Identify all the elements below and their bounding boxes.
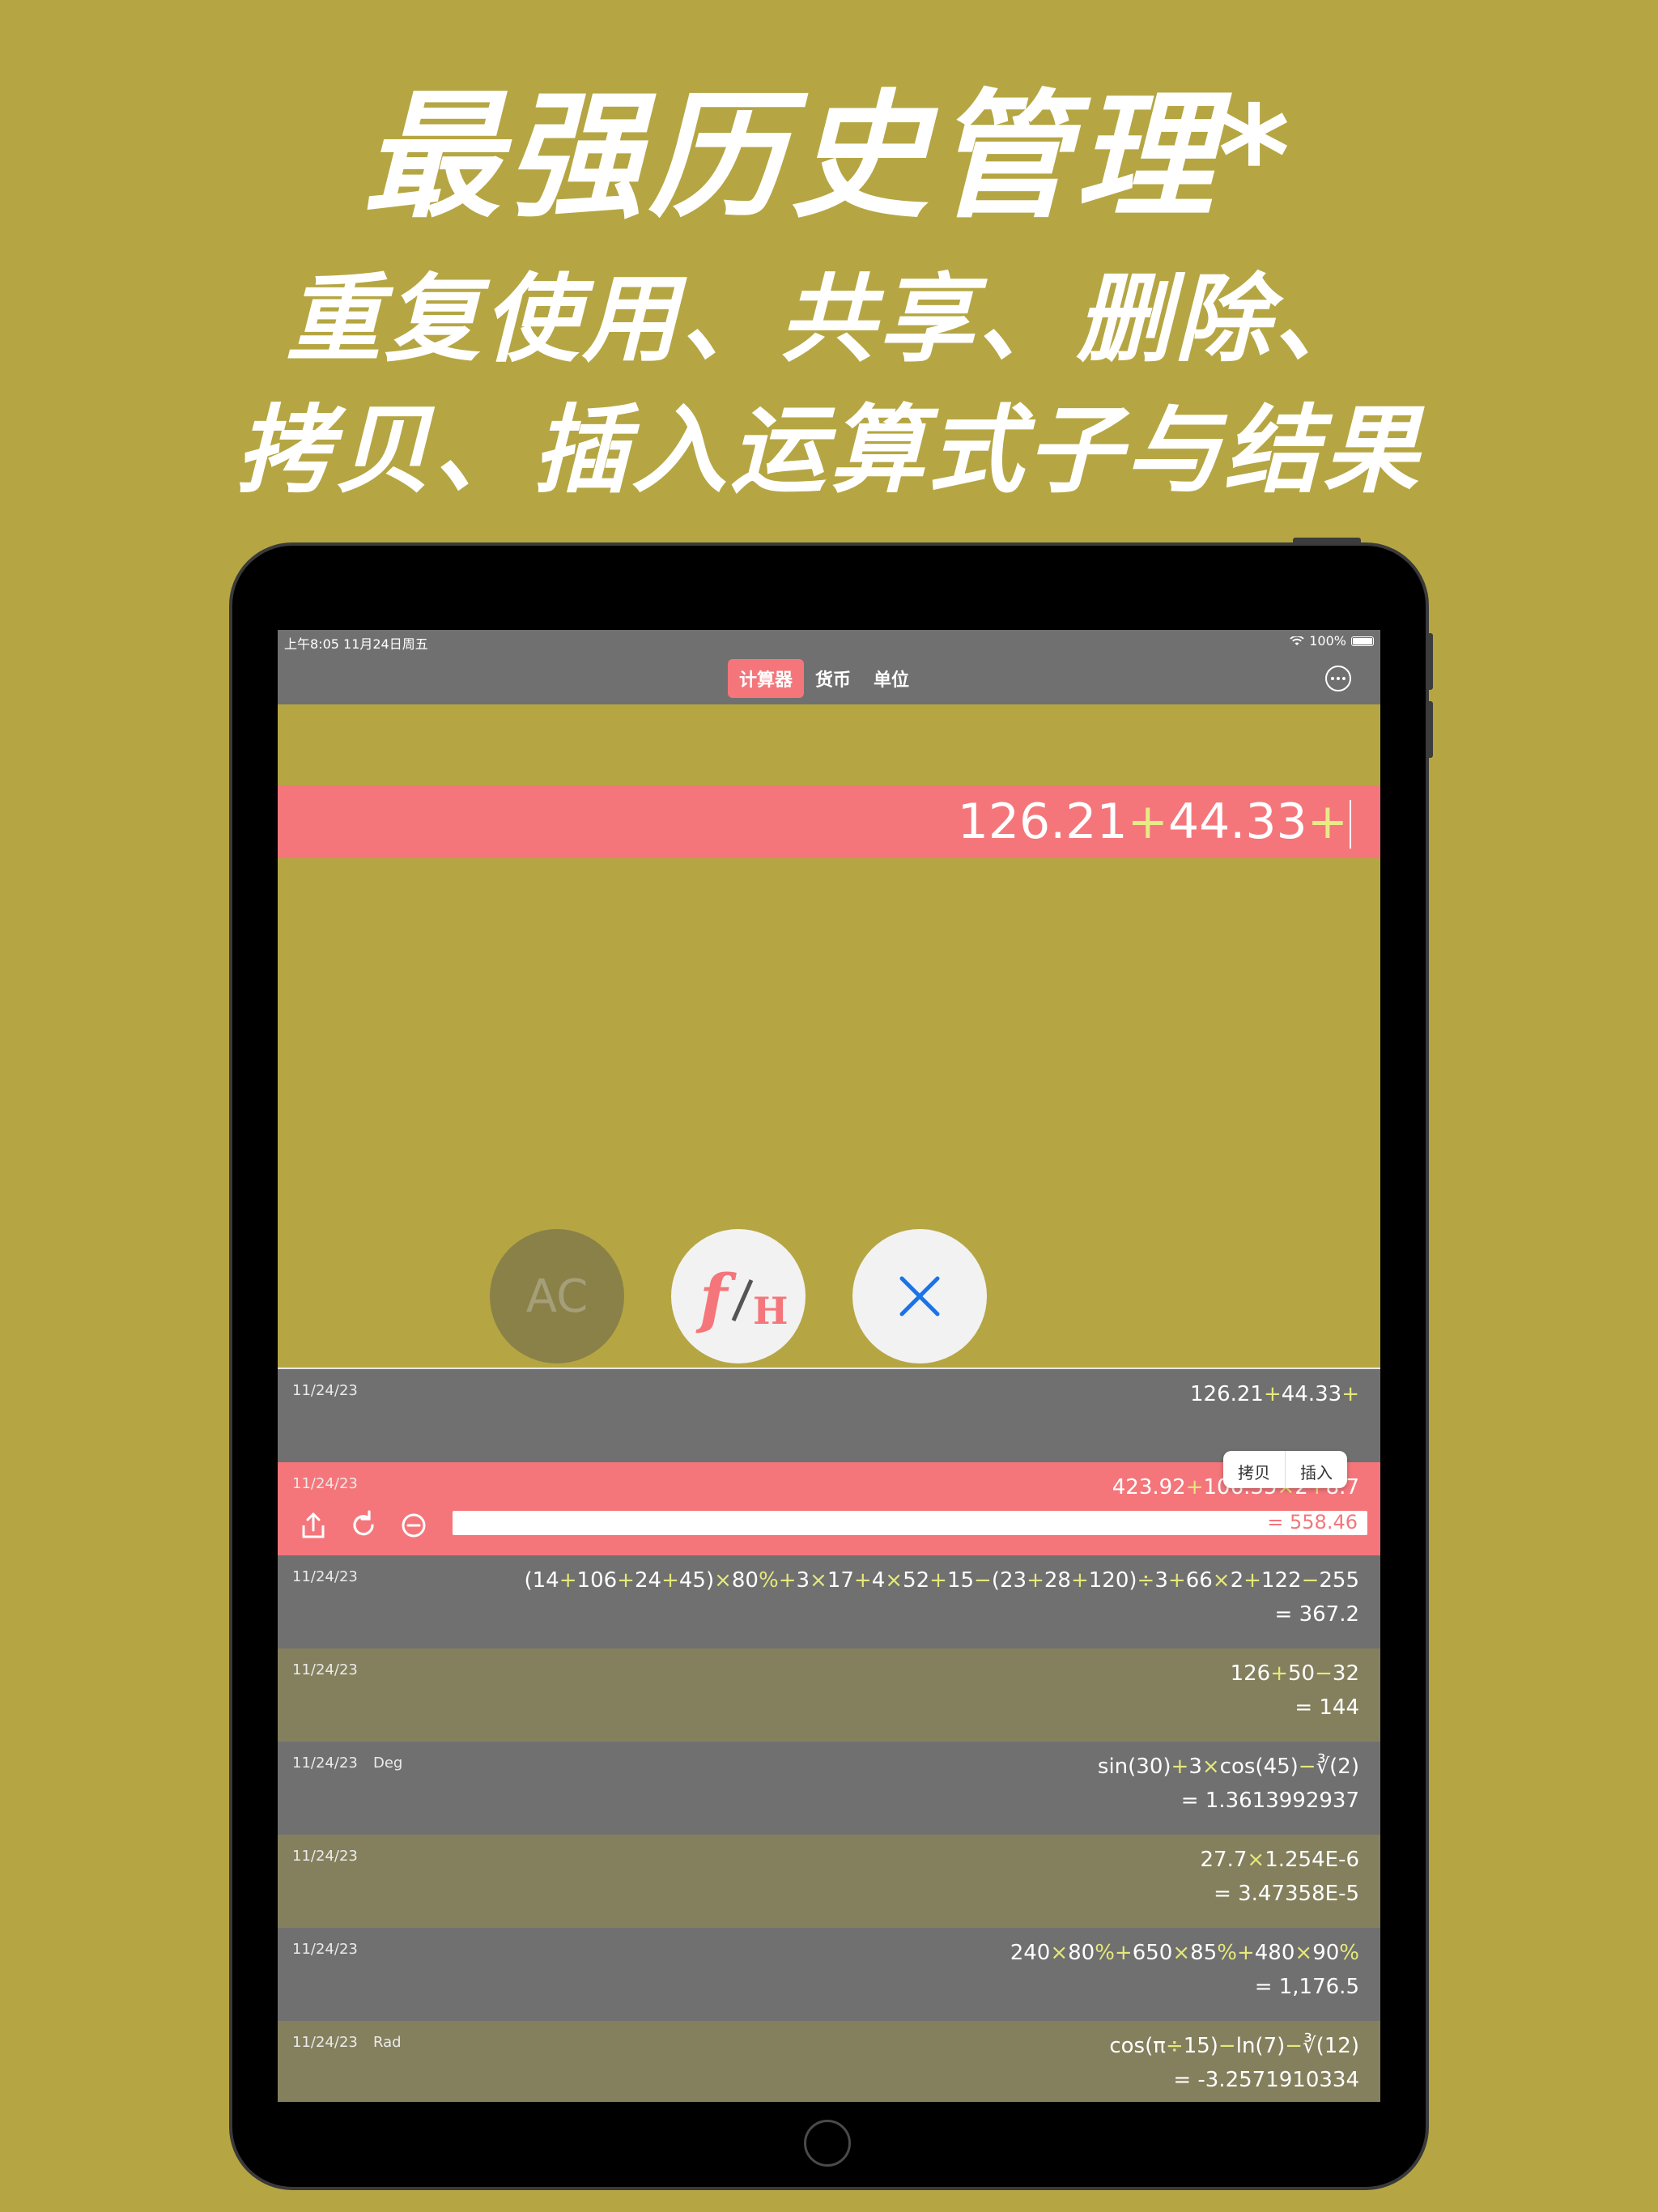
history-expression: sin(30)+3×cos(45)−∛(2) xyxy=(1097,1755,1359,1779)
history-expression: 240×80%+650×85%+480×90% xyxy=(1010,1941,1359,1965)
close-icon xyxy=(899,1276,940,1317)
expression-input[interactable]: 126.21+44.33+ xyxy=(278,785,1380,858)
input-operator: + xyxy=(1307,793,1348,850)
app-screen: 上午8:05 11月24日周五 100% 计算器 货币 单位 126.21+44… xyxy=(278,630,1380,2102)
history-expression: (14+106+24+45)×80%+3×17+4×52+15−(23+28+1… xyxy=(524,1568,1360,1593)
device-volume-down xyxy=(1426,701,1433,758)
history-date: 11/24/23 xyxy=(292,1382,358,1399)
tab-currency[interactable]: 货币 xyxy=(804,659,862,698)
history-result: = -3.2571910334 xyxy=(1173,2068,1359,2092)
segmented-control: 计算器 货币 单位 xyxy=(728,653,920,704)
ac-button[interactable]: AC xyxy=(490,1229,624,1363)
reuse-icon[interactable] xyxy=(347,1509,380,1542)
battery-icon xyxy=(1351,636,1374,646)
history-date: 11/24/23 xyxy=(292,1568,358,1585)
history-result: = 1.3613992937 xyxy=(1180,1789,1359,1813)
device-volume-up xyxy=(1426,633,1433,690)
home-button xyxy=(804,2120,851,2167)
history-date: 11/24/23 xyxy=(292,1848,358,1865)
function-history-icon: f H xyxy=(695,1260,787,1336)
result-field[interactable]: = 558.46 xyxy=(453,1511,1367,1535)
history-result: = 1,176.5 xyxy=(1254,1975,1359,1999)
status-time-date: 上午8:05 11月24日周五 xyxy=(284,636,428,652)
promo-subtitle-line-2: 拷贝、插入运算式子与结果 xyxy=(236,394,1422,506)
history-row[interactable]: 11/24/23 126.21+44.33+ xyxy=(278,1369,1380,1462)
device-top-button xyxy=(1293,538,1361,544)
nav-bar: 计算器 货币 单位 xyxy=(278,653,1380,704)
history-date: 11/24/23 xyxy=(292,1755,358,1772)
svg-text:f: f xyxy=(695,1260,737,1336)
angle-mode: Deg xyxy=(373,1755,403,1772)
angle-mode: Rad xyxy=(373,2034,402,2051)
history-expression: cos(π÷15)−ln(7)−∛(12) xyxy=(1109,2034,1359,2058)
history-date: 11/24/23 xyxy=(292,1475,358,1492)
history-result: = 367.2 xyxy=(1274,1602,1359,1627)
history-row[interactable]: 11/24/23 240×80%+650×85%+480×90% = 1,176… xyxy=(278,1928,1380,2021)
history-expression: 126.21+44.33+ xyxy=(1189,1382,1359,1406)
text-cursor xyxy=(1350,800,1351,849)
tab-unit[interactable]: 单位 xyxy=(862,659,920,698)
input-number: 126.21 xyxy=(957,793,1128,850)
status-bar: 上午8:05 11月24日周五 100% xyxy=(278,630,1380,653)
battery-percent: 100% xyxy=(1309,633,1346,649)
promo-title: 最强历史管理* xyxy=(363,77,1295,237)
insert-menu-item[interactable]: 插入 xyxy=(1285,1451,1347,1488)
copy-menu-item[interactable]: 拷贝 xyxy=(1223,1451,1285,1488)
tab-calculator[interactable]: 计算器 xyxy=(728,659,805,698)
delete-icon[interactable] xyxy=(397,1509,430,1542)
history-list: 11/24/23 126.21+44.33+ 11/24/23 423.92+1… xyxy=(278,1368,1380,2102)
history-row[interactable]: 11/24/23 Rad cos(π÷15)−ln(7)−∛(12) = -3.… xyxy=(278,2021,1380,2102)
history-row[interactable]: 11/24/23 126+50−32 = 144 xyxy=(278,1648,1380,1742)
input-number: 44.33 xyxy=(1167,793,1307,850)
close-button[interactable] xyxy=(852,1229,987,1363)
promo-subtitle-line-1: 重复使用、共享、删除、 xyxy=(285,263,1372,375)
history-expression: 27.7×1.254E-6 xyxy=(1200,1848,1359,1872)
input-operator: + xyxy=(1127,793,1168,850)
more-options-icon[interactable] xyxy=(1325,666,1351,691)
history-row[interactable]: 11/24/23 27.7×1.254E-6 = 3.47358E-5 xyxy=(278,1835,1380,1928)
history-row[interactable]: 11/24/23 Deg sin(30)+3×cos(45)−∛(2) = 1.… xyxy=(278,1742,1380,1835)
share-icon[interactable] xyxy=(297,1509,329,1542)
history-date: 11/24/23 xyxy=(292,1941,358,1958)
history-result: = 144 xyxy=(1295,1695,1359,1720)
history-row-selected[interactable]: 11/24/23 423.92+106.35×2+8.7 拷贝 插入 = 558… xyxy=(278,1451,1380,1555)
history-row[interactable]: 11/24/23 (14+106+24+45)×80%+3×17+4×52+15… xyxy=(278,1555,1380,1648)
wifi-icon xyxy=(1290,636,1304,645)
context-menu: 拷贝 插入 xyxy=(1223,1451,1347,1488)
history-result: = 3.47358E-5 xyxy=(1214,1882,1359,1906)
history-date: 11/24/23 xyxy=(292,1661,358,1678)
function-history-button[interactable]: f H xyxy=(671,1229,806,1363)
history-date: 11/24/23 xyxy=(292,2034,358,2051)
history-result: = 558.46 xyxy=(1267,1511,1358,1534)
svg-text:H: H xyxy=(753,1289,787,1333)
history-expression: 126+50−32 xyxy=(1230,1661,1359,1686)
